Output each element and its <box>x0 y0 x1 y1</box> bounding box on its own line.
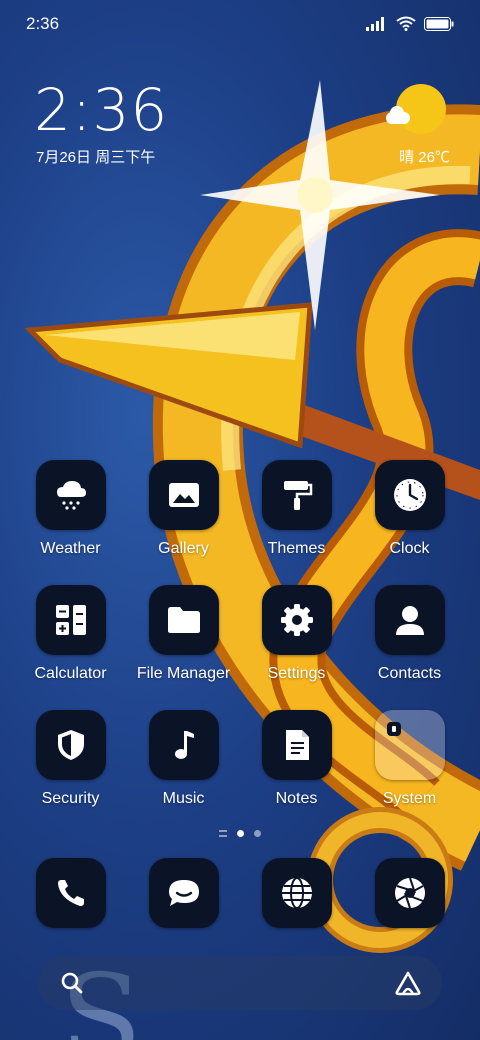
app-tile[interactable] <box>261 460 332 530</box>
app-label: Settings <box>267 665 326 682</box>
phone-icon <box>57 880 84 906</box>
dock-browser[interactable] <box>240 858 353 928</box>
app-weather[interactable]: Weather <box>14 460 127 558</box>
app-folder-tile[interactable] <box>374 710 445 780</box>
status-time: 2:36 <box>26 14 60 33</box>
app-label: Music <box>162 790 205 807</box>
search-bar[interactable] <box>38 956 442 1010</box>
app-security[interactable]: Security <box>14 710 127 808</box>
app-tile[interactable] <box>374 585 445 655</box>
app-tile[interactable] <box>261 710 332 780</box>
weather-widget[interactable]: 晴 26℃ <box>380 82 450 172</box>
clock-widget-time[interactable]: 2:36 <box>34 76 168 144</box>
person-icon <box>395 606 424 635</box>
app-label: File Manager <box>136 665 231 682</box>
app-label: Themes <box>267 540 326 557</box>
app-tile[interactable] <box>148 710 219 780</box>
music-note-icon <box>174 731 194 759</box>
search-icon[interactable] <box>60 971 84 995</box>
app-file-manager[interactable]: File Manager <box>127 585 240 683</box>
app-settings[interactable]: Settings <box>240 585 353 683</box>
app-tile[interactable] <box>148 585 219 655</box>
calculator-icon <box>55 605 86 635</box>
app-folder-system[interactable]: System <box>353 710 466 808</box>
status-bar: 2:36 <box>26 14 454 36</box>
dock-phone[interactable] <box>14 858 127 928</box>
app-calculator[interactable]: Calculator <box>14 585 127 683</box>
message-icon <box>168 880 199 906</box>
clock-widget-date: 7月26日 周三下午 <box>36 149 156 166</box>
dock-camera[interactable] <box>353 858 466 928</box>
app-tile[interactable] <box>261 585 332 655</box>
app-tile[interactable] <box>374 460 445 530</box>
app-tile[interactable] <box>35 585 106 655</box>
app-label: Weather <box>40 540 101 557</box>
folder-icon <box>167 607 200 633</box>
app-tile[interactable] <box>374 858 445 928</box>
app-label: Notes <box>275 790 318 807</box>
page-indicator-list-icon <box>219 830 227 837</box>
page-dot-active <box>237 830 244 837</box>
app-label: Clock <box>389 540 430 557</box>
shield-icon <box>57 730 84 760</box>
paint-roller-icon <box>283 481 312 510</box>
app-tile[interactable] <box>35 710 106 780</box>
cloud-icon <box>386 106 410 124</box>
app-gallery[interactable]: Gallery <box>127 460 240 558</box>
gear-icon <box>280 604 313 636</box>
assistant-icon[interactable] <box>394 970 422 996</box>
page-indicator[interactable] <box>0 830 480 837</box>
app-tile[interactable] <box>148 858 219 928</box>
app-notes[interactable]: Notes <box>240 710 353 808</box>
wifi-icon <box>396 16 416 31</box>
battery-icon <box>424 16 454 31</box>
app-contacts[interactable]: Contacts <box>353 585 466 683</box>
globe-icon <box>281 877 312 909</box>
app-tile[interactable] <box>148 460 219 530</box>
app-tile[interactable] <box>35 460 106 530</box>
app-label: Security <box>41 790 100 807</box>
home-screen: S 2:36 2:36 7月26日 周三下午 晴 26℃ Weather Gal… <box>0 0 480 1040</box>
app-tile[interactable] <box>261 858 332 928</box>
app-clock[interactable]: Clock <box>353 460 466 558</box>
app-themes[interactable]: Themes <box>240 460 353 558</box>
gallery-icon <box>168 483 199 507</box>
clock-icon <box>393 479 426 511</box>
page-dot <box>254 830 261 837</box>
dock-messages[interactable] <box>127 858 240 928</box>
signal-icon <box>366 16 384 31</box>
folder-system-icon <box>386 722 401 736</box>
status-icons <box>366 16 454 31</box>
camera-aperture-icon <box>394 877 425 909</box>
app-music[interactable]: Music <box>127 710 240 808</box>
sun-icon <box>396 84 446 134</box>
app-label: Calculator <box>34 665 107 682</box>
app-label: Contacts <box>377 665 442 682</box>
note-icon <box>285 730 309 760</box>
weather-widget-text: 晴 26℃ <box>399 149 450 166</box>
weather-snow-icon <box>56 481 86 510</box>
app-label: Gallery <box>158 540 209 557</box>
app-tile[interactable] <box>35 858 106 928</box>
app-label: System <box>382 790 437 807</box>
